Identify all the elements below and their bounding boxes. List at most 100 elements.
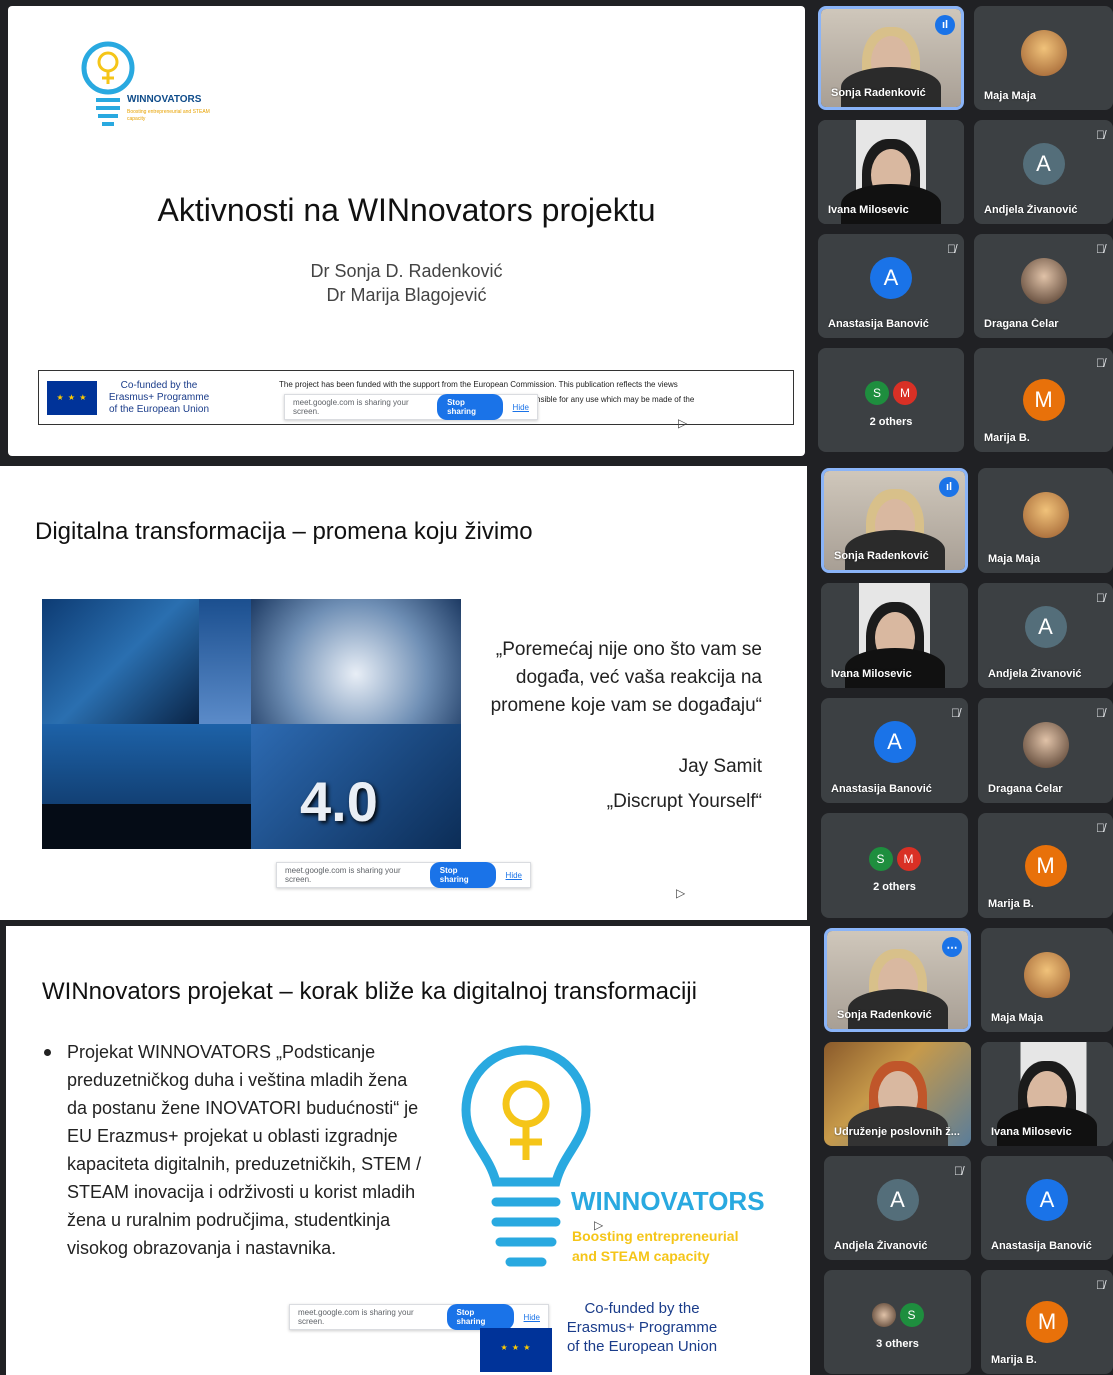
- participant-tile[interactable]: 🎙̸ M Marija B.: [974, 348, 1113, 452]
- participant-tile[interactable]: Ivana Milosevic: [821, 583, 968, 688]
- bullet-text: Projekat WINNOVATORS „Podsticanje preduz…: [67, 1042, 422, 1258]
- stop-sharing-button[interactable]: Stop sharing: [446, 1304, 514, 1330]
- book-title: „Discrupt Yourself“: [606, 791, 762, 812]
- share-text: meet.google.com is sharing your screen.: [285, 866, 401, 884]
- share-text: meet.google.com is sharing your screen.: [298, 1308, 414, 1326]
- others-tile[interactable]: S M 2 others: [821, 813, 968, 918]
- logo-tagline: Boosting entrepreneurial and STEAM capac…: [127, 109, 210, 122]
- logo-name: WINNOVATORS: [571, 1186, 765, 1216]
- profile-photo: [1020, 257, 1067, 304]
- slide-title: Digitalna transformacija – promena koju …: [35, 518, 533, 545]
- mic-off-icon: 🎙̸: [1096, 128, 1105, 142]
- participant-name: Marija B.: [991, 1354, 1037, 1366]
- hide-link[interactable]: Hide: [524, 1313, 540, 1322]
- speaking-indicator-icon: ıl: [935, 15, 955, 35]
- share-text: meet.google.com is sharing your screen.: [293, 398, 409, 416]
- meet-screenshot-2: Digitalna transformacija – promena koju …: [0, 462, 1113, 922]
- others-avatars: S M: [867, 846, 923, 871]
- industry-label: 4.0: [300, 770, 378, 833]
- profile-photo: [1022, 492, 1069, 539]
- avatar: A: [876, 1178, 919, 1221]
- mic-off-icon: 🎙̸: [1096, 706, 1105, 720]
- participant-name: Maja Maja: [988, 553, 1040, 565]
- avatar: A: [1024, 606, 1067, 649]
- participant-tile[interactable]: 🎙̸ A Anastasija Banović: [818, 234, 964, 338]
- screen-share-bar: meet.google.com is sharing your screen. …: [289, 1304, 549, 1330]
- avatar: S: [868, 846, 893, 871]
- stop-sharing-button[interactable]: Stop sharing: [437, 394, 503, 420]
- participant-tile[interactable]: 🎙̸ Dragana Čelar: [978, 698, 1113, 803]
- hide-link[interactable]: Hide: [506, 871, 522, 880]
- avatar: A: [870, 256, 912, 299]
- participant-tile[interactable]: Ivana Milosevic: [818, 120, 964, 224]
- cofunded-text: Co-funded by the Erasmus+ Programme of t…: [108, 380, 210, 415]
- mic-off-icon: 🎙̸: [1096, 356, 1105, 370]
- mic-off-icon: 🎙̸: [954, 1164, 963, 1178]
- participant-name: Sonja Radenković: [834, 550, 929, 562]
- others-tile[interactable]: S M 2 others: [818, 348, 964, 452]
- participant-name: Maja Maja: [984, 90, 1036, 102]
- participant-name: Ivana Milosevic: [828, 204, 909, 216]
- cofunded-line-1: Co-funded by the: [584, 1300, 700, 1317]
- meet-screenshot-3: WINnovators projekat – korak bliže ka di…: [0, 922, 1113, 1375]
- participant-tile[interactable]: 🎙̸ M Marija B.: [978, 813, 1113, 918]
- participant-tile[interactable]: Ivana Milosevic: [981, 1042, 1113, 1146]
- logo-tagline-2: and STEAM capacity: [572, 1248, 710, 1264]
- others-label: 2 others: [869, 415, 913, 428]
- collage-image: 4.0: [42, 599, 461, 849]
- participant-name: Andjela Živanović: [834, 1240, 928, 1252]
- meet-screenshot-1: WINNOVATORS Boosting entrepreneurial and…: [0, 0, 1113, 462]
- profile-photo: [1022, 722, 1069, 769]
- avatar: M: [893, 381, 917, 406]
- more-options-icon[interactable]: ⋯: [942, 937, 962, 957]
- others-label: 2 others: [873, 881, 916, 894]
- hide-link[interactable]: Hide: [513, 403, 529, 412]
- shared-slide: WINnovators projekat – korak bliže ka di…: [6, 926, 810, 1375]
- author-1: Dr Sonja D. Radenković: [310, 261, 503, 281]
- participant-tile[interactable]: 🎙̸ A Andjela Živanović: [824, 1156, 971, 1260]
- winnovators-logo-icon: [461, 1045, 591, 1267]
- mic-off-icon: 🎙̸: [1096, 591, 1105, 605]
- participant-name: Dragana Čelar: [984, 318, 1059, 330]
- slide-title: WINnovators projekat – korak bliže ka di…: [42, 978, 697, 1005]
- mic-off-icon: 🎙̸: [1096, 242, 1105, 256]
- participant-tile[interactable]: Udruženje poslovnih ž...: [824, 1042, 971, 1146]
- participant-tile[interactable]: Maja Maja: [974, 6, 1113, 110]
- mic-off-icon: 🎙̸: [951, 706, 960, 720]
- profile-photo: [1020, 29, 1067, 76]
- participant-name: Anastasija Banović: [991, 1240, 1092, 1252]
- others-avatars: S M: [863, 381, 919, 406]
- avatar: A: [1026, 1178, 1068, 1221]
- quote-author: Jay Samit: [678, 756, 762, 777]
- participant-name: Ivana Milosevic: [831, 668, 912, 680]
- profile-photo: [871, 1303, 896, 1328]
- participant-name: Anastasija Banović: [828, 318, 929, 330]
- participant-tile[interactable]: 🎙̸ A Andjela Živanović: [974, 120, 1113, 224]
- shared-slide: Digitalna transformacija – promena koju …: [0, 466, 807, 920]
- participant-tile[interactable]: 🎙̸ A Anastasija Banović: [821, 698, 968, 803]
- avatar: A: [873, 721, 916, 764]
- mic-off-icon: 🎙̸: [1096, 821, 1105, 835]
- profile-photo: [1024, 951, 1070, 998]
- participant-tile[interactable]: ıl Sonja Radenković: [818, 6, 964, 110]
- participant-tile[interactable]: ⋯ Sonja Radenković: [824, 928, 971, 1032]
- avatar: S: [899, 1303, 924, 1328]
- participant-name: Dragana Čelar: [988, 783, 1063, 795]
- participant-tile[interactable]: 🎙̸ M Marija B.: [981, 1270, 1113, 1374]
- avatar: S: [865, 381, 889, 406]
- participant-tile[interactable]: Maja Maja: [978, 468, 1113, 573]
- participant-name: Sonja Radenković: [831, 87, 926, 99]
- participant-tile[interactable]: 🎙̸ Dragana Čelar: [974, 234, 1113, 338]
- participant-name: Ivana Milosevic: [991, 1126, 1072, 1138]
- participant-tile[interactable]: ıl Sonja Radenković: [821, 468, 968, 573]
- others-tile[interactable]: S 3 others: [824, 1270, 971, 1374]
- avatar: M: [896, 846, 921, 871]
- participant-tile[interactable]: A Anastasija Banović: [981, 1156, 1113, 1260]
- mouse-cursor-icon: ▷: [678, 416, 688, 430]
- mic-off-icon: 🎙̸: [947, 242, 956, 256]
- speaking-indicator-icon: ıl: [939, 477, 959, 497]
- participant-tile[interactable]: 🎙̸ A Andjela Živanović: [978, 583, 1113, 688]
- stop-sharing-button[interactable]: Stop sharing: [429, 862, 496, 888]
- mouse-cursor-icon: ▷: [676, 886, 686, 900]
- participant-tile[interactable]: Maja Maja: [981, 928, 1113, 1032]
